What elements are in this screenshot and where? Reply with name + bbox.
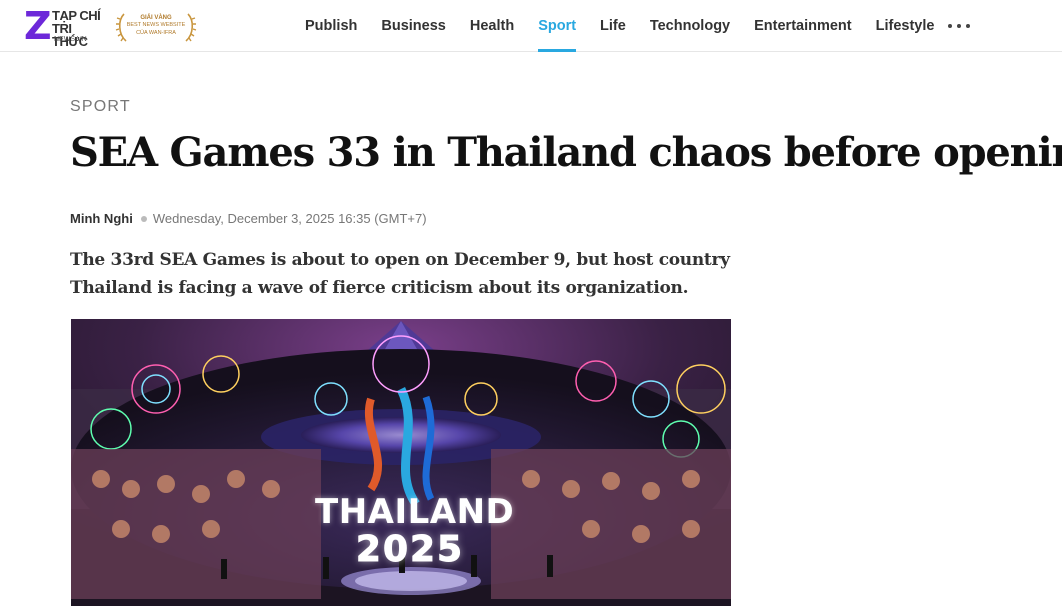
logo-line-3: NEWS.VN	[54, 36, 87, 43]
nav-item-entertainment[interactable]: Entertainment	[742, 0, 864, 52]
nav-item-technology[interactable]: Technology	[638, 0, 742, 52]
more-horizontal-icon[interactable]	[946, 18, 972, 34]
nav-item-business[interactable]: Business	[369, 0, 457, 52]
author-name[interactable]: Minh Nghi	[70, 211, 133, 227]
hero-overlay-line-1: THAILAND	[315, 492, 515, 532]
main-nav: Publish Business Health Sport Life Techn…	[293, 0, 946, 52]
logo-mark: Z	[24, 4, 52, 48]
award-line-1: GIẢI VÀNG	[140, 15, 172, 21]
article-title: SEA Games 33 in Thailand chaos before op…	[70, 129, 1062, 176]
site-logo[interactable]: Z TẠP CHÍ TRI THỨC NEWS.VN	[24, 4, 108, 49]
article-lead: The 33rd SEA Games is about to open on D…	[70, 250, 730, 298]
nav-item-lifestyle[interactable]: Lifestyle	[864, 0, 947, 52]
nav-item-publish[interactable]: Publish	[293, 0, 369, 52]
award-badge: GIẢI VÀNG BEST NEWS WEBSITE CỦA WAN-IFRA	[114, 10, 198, 44]
logo-line-2: TRI THỨC	[52, 21, 88, 49]
publish-timestamp: Wednesday, December 3, 2025 16:35 (GMT+7…	[152, 211, 427, 226]
hero-image[interactable]: THAILAND 2025	[71, 319, 731, 606]
award-line-3: CỦA WAN-IFRA	[136, 30, 176, 36]
hero-overlay-line-2: 2025	[355, 529, 465, 570]
article-category[interactable]: SPORT	[70, 98, 131, 116]
byline: Minh Nghi Wednesday, December 3, 2025 16…	[70, 211, 427, 227]
award-line-2: BEST NEWS WEBSITE	[126, 22, 186, 28]
nav-item-health[interactable]: Health	[458, 0, 526, 52]
separator-dot	[140, 216, 147, 222]
site-header: Z TẠP CHÍ TRI THỨC NEWS.VN GIẢI VÀNG BES…	[0, 0, 1062, 52]
nav-item-sport[interactable]: Sport	[526, 0, 588, 52]
nav-item-life[interactable]: Life	[588, 0, 638, 52]
